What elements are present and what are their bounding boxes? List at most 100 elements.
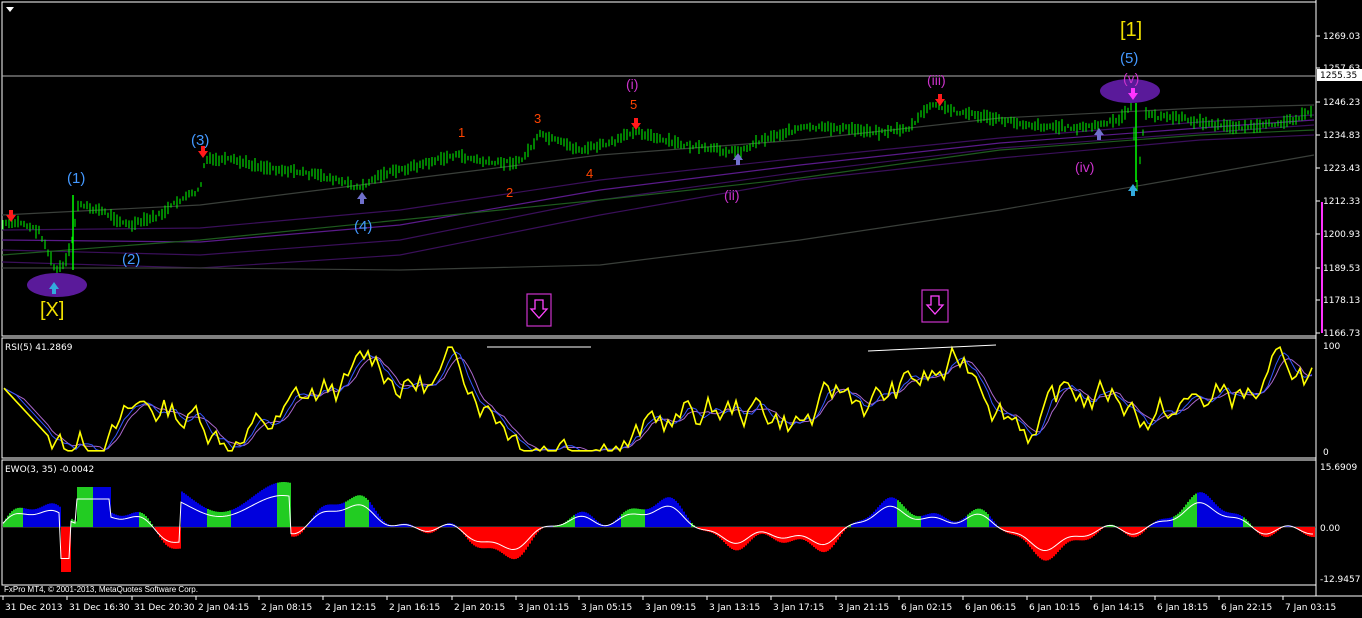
ewo-bar <box>821 527 823 552</box>
time-label: 3 Jan 13:15 <box>709 603 760 613</box>
ewo-bar <box>171 527 173 548</box>
ewo-bar <box>1023 527 1025 540</box>
time-axis[interactable]: 31 Dec 201331 Dec 16:3031 Dec 20:302 Jan… <box>3 596 1336 613</box>
ewo-bar <box>175 527 177 549</box>
ewo-bar <box>173 527 175 549</box>
ewo-bar <box>77 487 79 527</box>
ewo-bar <box>247 500 249 527</box>
time-label: 2 Jan 20:15 <box>454 603 505 613</box>
ewo-bar <box>887 498 889 527</box>
ewo-bar <box>297 527 299 536</box>
ewo-bar <box>477 527 479 547</box>
wave-label-s5: 5 <box>630 97 637 112</box>
ewo-bar <box>425 527 427 533</box>
ewo-bar <box>279 482 281 527</box>
ewo-bar <box>243 503 245 527</box>
ewo-bar <box>893 498 895 527</box>
ewo-bar <box>667 497 669 527</box>
ewo-bar <box>1007 527 1009 533</box>
ewo-bar <box>317 510 319 527</box>
ewo-bar <box>1181 510 1183 527</box>
down-arrow-box-icon[interactable] <box>922 290 948 322</box>
ewo-bar <box>915 516 917 527</box>
rsi-lines <box>4 347 1312 451</box>
ewo-bar <box>1173 516 1175 527</box>
ewo-bar <box>791 527 793 541</box>
ewo-bar <box>93 487 95 527</box>
ewo-bar <box>1235 514 1237 527</box>
ewo-bar <box>1207 496 1209 527</box>
ewo-bar <box>217 512 219 527</box>
main-chart-panel[interactable] <box>2 2 1316 336</box>
envelope-band <box>2 155 1314 270</box>
envelope-band <box>2 135 1314 268</box>
time-label: 6 Jan 22:15 <box>1221 603 1272 613</box>
rsi-panel[interactable] <box>2 338 1316 458</box>
ewo-bar <box>177 527 179 549</box>
ewo-bar <box>375 511 377 527</box>
ewo-bar <box>945 518 947 527</box>
ewo-bar <box>1093 527 1095 536</box>
ewo-bar <box>627 510 629 527</box>
ewo-bar <box>1015 527 1017 536</box>
ewo-bar <box>529 527 531 544</box>
ewo-bar <box>593 518 595 527</box>
ewo-bar <box>1027 527 1029 544</box>
chart-menu-triangle-icon[interactable] <box>6 7 14 12</box>
ewo-bar <box>873 512 875 527</box>
ewo-bar <box>511 527 513 559</box>
ewo-bar <box>813 527 815 547</box>
ewo-bar <box>367 500 369 527</box>
ewo-bar <box>261 490 263 527</box>
ewo-bar <box>113 514 115 527</box>
ewo-bar <box>929 513 931 527</box>
ewo-bar <box>517 527 519 558</box>
ewo-bar <box>883 501 885 527</box>
ewo-bar <box>253 496 255 527</box>
time-label: 3 Jan 05:15 <box>581 603 632 613</box>
ewo-bar <box>1073 527 1075 540</box>
ewo-bar <box>647 509 649 527</box>
ewo-bar <box>921 516 923 527</box>
ewo-bar <box>127 515 129 527</box>
ewo-bar <box>725 527 727 544</box>
ewo-bar <box>245 502 247 527</box>
ewo-bar <box>169 527 171 548</box>
ewo-bar <box>1223 511 1225 527</box>
ewo-bar <box>1237 514 1239 527</box>
ewo-bar <box>205 508 207 527</box>
wave-label-s2: 2 <box>506 185 513 200</box>
ewo-bar <box>67 527 69 572</box>
ewo-bar <box>1039 527 1041 558</box>
price-label: 1234.83 <box>1323 131 1360 141</box>
moving-average-envelopes <box>2 105 1314 270</box>
time-label: 3 Jan 01:15 <box>518 603 569 613</box>
ewo-bar <box>27 509 29 527</box>
ewo-bar <box>95 487 97 527</box>
wave-label-w3: (3) <box>191 132 209 149</box>
rsi-band-line <box>4 352 1312 451</box>
ewo-bar <box>1265 527 1267 537</box>
ewo-bar <box>277 483 279 527</box>
ewo-bar <box>343 503 345 527</box>
ewo-bar <box>1187 502 1189 527</box>
ewo-bar <box>281 482 283 527</box>
ewo-bar <box>583 512 585 527</box>
mt4-chart-window[interactable]: [X] [1] (1) (2) (3) (4) (5) 1 2 3 4 5 (i… <box>0 0 1362 614</box>
ewo-bar <box>287 482 289 527</box>
ewo-bar <box>831 527 833 547</box>
ewo-bar <box>977 509 979 527</box>
ewo-bar <box>143 514 145 527</box>
ewo-bar <box>1069 527 1071 541</box>
ewo-bar <box>103 487 105 527</box>
chart-canvas[interactable]: [X] [1] (1) (2) (3) (4) (5) 1 2 3 4 5 (i… <box>0 0 1362 614</box>
ewo-bar <box>197 503 199 527</box>
ewo-bar <box>521 527 523 555</box>
down-arrow-box-icon[interactable] <box>527 294 551 326</box>
ewo-bar <box>767 527 769 536</box>
ewo-bar <box>1131 527 1133 537</box>
ewo-bar <box>17 508 19 527</box>
ewo-bar <box>677 503 679 527</box>
rsi-trendline[interactable] <box>868 345 996 351</box>
ewo-bar <box>1049 527 1051 559</box>
